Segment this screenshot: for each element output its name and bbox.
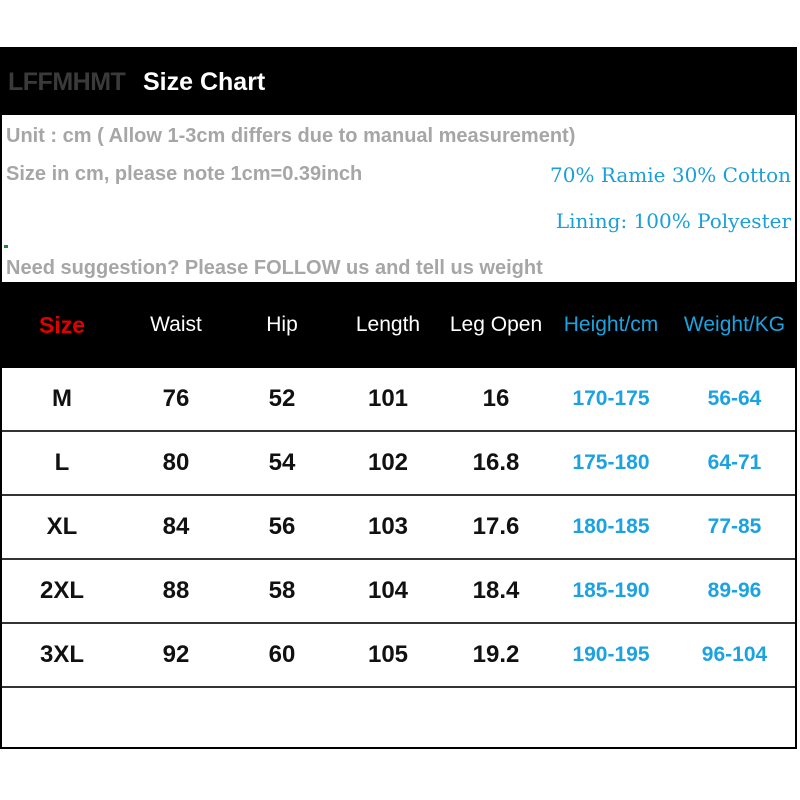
cell-size: 3XL [39,641,84,668]
cell-hip: 56 [268,513,296,540]
cell-waist: 76 [162,385,190,412]
table-header: Size Waist Hip Length Leg Open Height/cm… [2,282,795,368]
cell-height: 175-180 [572,451,650,474]
header-length: Length [355,313,421,336]
cell-leg-open: 18.4 [472,577,520,604]
header-height: Height/cm [563,313,659,336]
table-row: 3XL 92 60 105 19.2 190-195 96-104 [2,624,795,688]
cell-leg-open: 16.8 [472,449,520,476]
header-waist: Waist [150,313,202,336]
cell-height: 190-195 [572,643,650,666]
header-weight: Weight/KG [683,313,786,336]
cell-hip: 54 [268,449,296,476]
cell-length: 102 [367,449,409,476]
cell-waist: 92 [162,641,190,668]
cell-leg-open: 19.2 [472,641,520,668]
lining-note: Lining: 100% Polyester [555,209,791,233]
table-row: M 76 52 101 16 170-175 56-64 [2,368,795,432]
table-row: 2XL 88 58 104 18.4 185-190 89-96 [2,560,795,624]
cell-weight: 89-96 [707,579,762,602]
cell-size: 2XL [39,577,84,604]
cell-weight: 56-64 [707,387,762,410]
unit-note: Unit : cm ( Allow 1-3cm differs due to m… [6,125,576,147]
cell-weight: 77-85 [707,515,762,538]
table-row: L 80 54 102 16.8 175-180 64-71 [2,432,795,496]
cell-height: 185-190 [572,579,650,602]
material-note: 70% Ramie 30% Cotton [550,163,791,187]
cell-waist: 88 [162,577,190,604]
cell-hip: 52 [268,385,296,412]
cell-size: M [52,385,72,412]
cell-length: 104 [367,577,409,604]
cell-hip: 60 [268,641,296,668]
header-size: Size [38,312,86,338]
cell-height: 180-185 [572,515,650,538]
cell-hip: 58 [268,577,296,604]
size-chart: LFFMHMT Size Chart Unit : cm ( Allow 1-3… [0,47,797,749]
cell-length: 105 [367,641,409,668]
suggestion-note: Need suggestion? Please FOLLOW us and te… [6,257,543,279]
cell-leg-open: 17.6 [472,513,520,540]
cell-leg-open: 16 [482,385,510,412]
green-tick-mark [4,245,8,248]
cell-size: L [54,449,70,476]
cell-weight: 64-71 [707,451,762,474]
chart-title: Size Chart [143,68,266,96]
table-row: XL 84 56 103 17.6 180-185 77-85 [2,496,795,560]
cell-length: 101 [367,385,409,412]
cell-weight: 96-104 [701,643,768,666]
conversion-note: Size in cm, please note 1cm=0.39inch [6,163,363,185]
cell-height: 170-175 [572,387,650,410]
cell-waist: 84 [162,513,190,540]
brand-name: LFFMHMT [8,68,126,96]
cell-size: XL [46,513,78,540]
title-bar: LFFMHMT Size Chart [2,49,795,115]
header-hip: Hip [266,313,298,336]
cell-length: 103 [367,513,409,540]
header-leg-open: Leg Open [449,313,543,336]
cell-waist: 80 [162,449,190,476]
